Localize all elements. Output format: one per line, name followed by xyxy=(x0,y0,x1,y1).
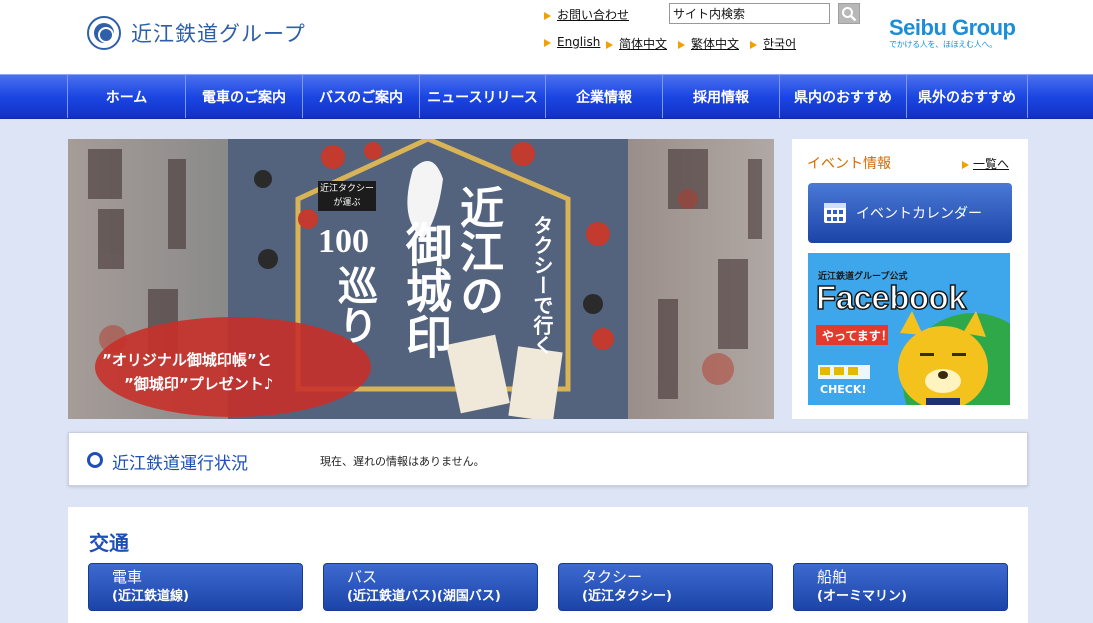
search-button[interactable] xyxy=(838,3,860,24)
banner-title-sub: 御城印 xyxy=(399,221,453,359)
banner-title-meguri: 巡り xyxy=(331,265,377,345)
nav-company[interactable]: 企業情報 xyxy=(545,75,662,118)
fb-banner-ribbon: やってます！ xyxy=(822,329,893,343)
lang-simplified-chinese-link[interactable]: 简体中文 xyxy=(606,35,667,52)
facebook-banner[interactable]: 近江鉄道グループ公式 Facebook やってます！ CHECK! xyxy=(808,253,1010,405)
status-circle-icon xyxy=(87,452,103,468)
banner-title-num: 100 xyxy=(318,223,369,260)
main-banner[interactable]: タクシーで行く 近江の 御城印 100 巡り 近江タクシー が運ぶ ”オリジナル… xyxy=(68,139,774,419)
nav-out-prefecture[interactable]: 県外のおすすめ xyxy=(906,75,1028,118)
site-search-input[interactable] xyxy=(669,3,830,24)
seibu-logo-title: Seibu Group xyxy=(889,15,1016,40)
transport-ship-button[interactable]: 船舶 (オーミマリン) xyxy=(793,563,1008,611)
transport-heading: 交通 xyxy=(89,531,129,555)
arrow-right-icon xyxy=(750,40,757,49)
banner-present-line1: ”オリジナル御城印帳”と xyxy=(102,351,272,369)
arrow-right-icon xyxy=(962,160,969,169)
logo-text: 近江鉄道グループ xyxy=(131,22,306,46)
nav-train[interactable]: 電車のご案内 xyxy=(185,75,302,118)
banner-taxi-tag: 近江タクシー が運ぶ xyxy=(318,181,376,211)
status-message: 現在、遅れの情報はありません。 xyxy=(320,455,485,468)
transport-bus-button[interactable]: バス (近江鉄道バス)(湖国バス) xyxy=(323,563,538,611)
event-list-link[interactable]: 一覧へ xyxy=(962,155,1009,172)
nav-bus[interactable]: バスのご案内 xyxy=(302,75,419,118)
global-nav: ホーム 電車のご案内 バスのご案内 ニュースリリース 企業情報 採用情報 県内の… xyxy=(0,74,1093,119)
site-logo[interactable]: 近江鉄道グループ xyxy=(87,16,306,50)
operation-status-panel: 近江鉄道運行状況 現在、遅れの情報はありません。 xyxy=(68,432,1028,486)
fb-banner-check: CHECK! xyxy=(820,383,867,396)
event-calendar-button[interactable]: イベントカレンダー xyxy=(808,183,1012,243)
transport-taxi-button[interactable]: タクシー (近江タクシー) xyxy=(558,563,773,611)
nav-home[interactable]: ホーム xyxy=(67,75,185,118)
calendar-icon xyxy=(824,203,846,223)
event-title: イベント情報 xyxy=(807,156,891,172)
ohmi-logo-icon xyxy=(87,16,121,50)
banner-title-main: 近江の xyxy=(452,185,503,317)
transport-train-button[interactable]: 電車 (近江鉄道線) xyxy=(88,563,303,611)
nav-news[interactable]: ニュースリリース xyxy=(419,75,545,118)
arrow-right-icon xyxy=(544,38,551,47)
banner-present-line2: ”御城印”プレゼント♪ xyxy=(124,375,274,393)
status-title: 近江鉄道運行状況 xyxy=(112,454,248,474)
seibu-group-logo[interactable]: Seibu Group でかける人を、ほほえむ人へ。 xyxy=(889,15,1019,50)
arrow-right-icon xyxy=(678,40,685,49)
banner-catch: タクシーで行く xyxy=(530,215,554,355)
nav-in-prefecture[interactable]: 県内のおすすめ xyxy=(779,75,906,118)
event-calendar-label: イベントカレンダー xyxy=(856,206,982,222)
transport-section: 交通 電車 (近江鉄道線) バス (近江鉄道バス)(湖国バス) タクシー (近江… xyxy=(68,507,1028,623)
lang-traditional-chinese-link[interactable]: 繁体中文 xyxy=(678,35,739,52)
arrow-right-icon xyxy=(606,40,613,49)
fb-banner-brand: Facebook xyxy=(815,278,967,317)
lang-english-link[interactable]: English xyxy=(544,35,600,49)
arrow-right-icon xyxy=(544,11,551,20)
nav-recruit[interactable]: 採用情報 xyxy=(662,75,779,118)
search-icon xyxy=(842,6,857,21)
contact-link[interactable]: お問い合わせ xyxy=(544,6,629,23)
site-header: 近江鉄道グループ お問い合わせ English 简体中文 繁体中文 한국어 Se… xyxy=(0,0,1093,74)
event-panel: イベント情報 一覧へ イベントカレンダー 近江鉄道グループ公式 Facebook… xyxy=(792,139,1028,419)
lang-korean-link[interactable]: 한국어 xyxy=(750,35,796,52)
